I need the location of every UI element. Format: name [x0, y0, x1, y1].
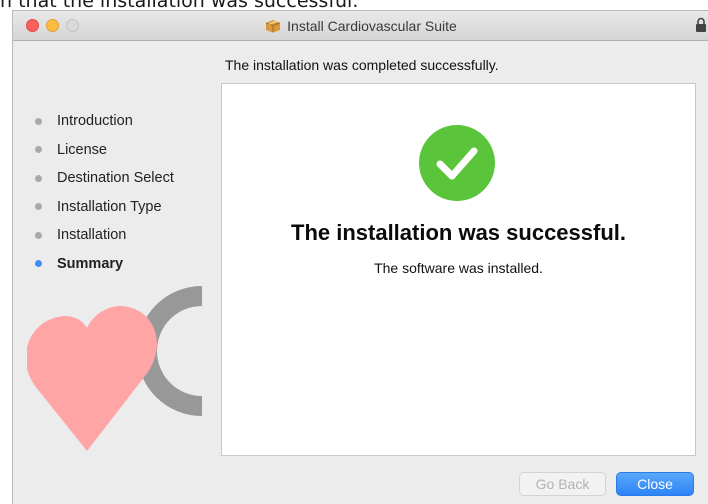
step-label: Installation	[57, 227, 127, 244]
checkmark-icon	[419, 125, 495, 201]
close-button[interactable]: Close	[616, 472, 694, 496]
step-bullet-icon	[35, 117, 42, 125]
success-subtitle: The software was installed.	[374, 260, 543, 276]
lock-icon	[696, 17, 706, 32]
summary-panel: The installation was successful. The sof…	[221, 83, 696, 456]
step-bullet-icon	[35, 260, 42, 268]
step-bullet-icon	[35, 146, 42, 154]
heart-logo-icon	[27, 286, 203, 451]
completion-message: The installation was completed successfu…	[225, 57, 499, 73]
step-label: Installation Type	[57, 198, 162, 215]
step-bullet-icon	[35, 174, 42, 182]
step-summary: Summary	[25, 250, 174, 279]
step-introduction: Introduction	[25, 107, 174, 136]
step-destination-select: Destination Select	[25, 164, 174, 193]
step-license: License	[25, 136, 174, 165]
title-bar[interactable]: Install Cardiovascular Suite	[13, 11, 708, 41]
step-bullet-icon	[35, 203, 42, 211]
package-icon	[266, 19, 281, 32]
success-title: The installation was successful.	[291, 220, 626, 245]
installer-steps: Introduction License Destination Select Ins…	[25, 107, 174, 278]
step-installation: Installation	[25, 221, 174, 250]
step-label: License	[57, 141, 107, 158]
step-label: Introduction	[57, 113, 133, 130]
step-bullet-icon	[35, 231, 42, 239]
window-title-group: Install Cardiovascular Suite	[13, 11, 708, 40]
go-back-button[interactable]: Go Back	[519, 472, 606, 496]
step-label: Destination Select	[57, 170, 174, 187]
window-title: Install Cardiovascular Suite	[287, 17, 457, 34]
step-installation-type: Installation Type	[25, 193, 174, 222]
installer-window: Install Cardiovascular Suite The install…	[12, 10, 708, 504]
caption-text: n that the installation was successful.	[0, 0, 708, 10]
step-label: Summary	[57, 255, 124, 272]
